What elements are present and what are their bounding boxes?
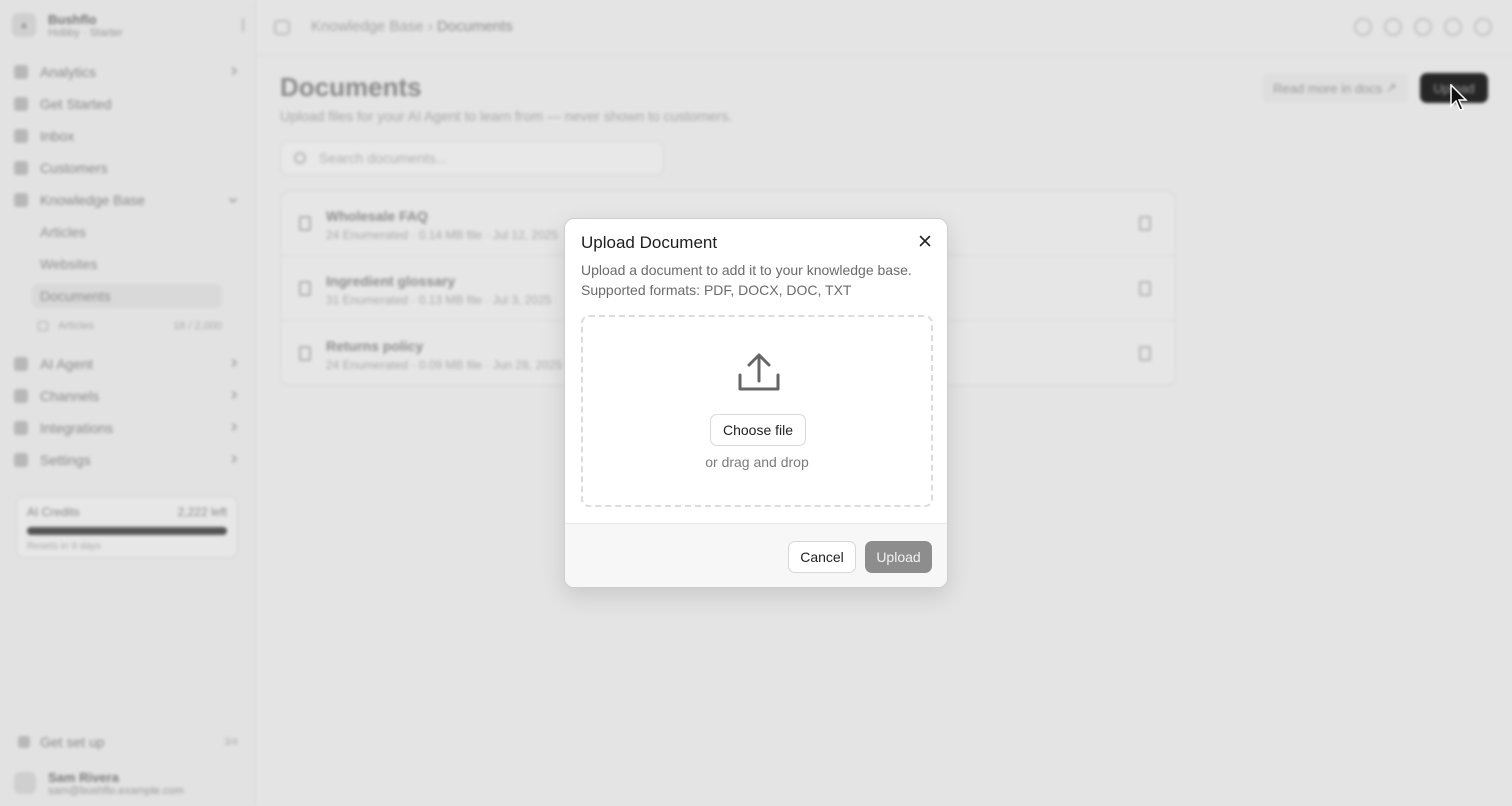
- user-name: Sam Rivera: [48, 769, 119, 785]
- channels-icon: [14, 389, 28, 403]
- breadcrumb-separator: ›: [427, 18, 437, 35]
- search-input[interactable]: Search documents...: [280, 141, 664, 175]
- search-placeholder: Search documents...: [319, 150, 448, 166]
- workspace-logo: ▲: [12, 13, 36, 37]
- sidebar-item-analytics[interactable]: Analytics: [14, 59, 242, 85]
- page-subtitle: Upload files for your AI Agent to learn …: [280, 108, 733, 124]
- sidebar-item-settings[interactable]: Settings: [14, 447, 242, 473]
- user-email: sam@bushflo.example.com: [48, 784, 184, 797]
- sidebar-toggle-icon[interactable]: [274, 20, 290, 35]
- workspace-name: Bushflo: [48, 11, 97, 27]
- page-title: Documents: [280, 72, 422, 102]
- drag-drop-hint: or drag and drop: [705, 454, 809, 470]
- article-icon: [38, 321, 48, 331]
- chevron-icon: [228, 66, 238, 76]
- credits-reset: Resets in 9 days: [27, 541, 101, 552]
- chevron-down-icon: [228, 194, 238, 204]
- file-icon: [299, 216, 311, 231]
- setup-icon: [18, 736, 30, 748]
- trash-icon[interactable]: [1139, 346, 1151, 361]
- avatar: [14, 772, 36, 794]
- dialog-title: Upload Document: [581, 233, 718, 252]
- sidebar-subitem-documents[interactable]: Documents: [32, 284, 222, 308]
- sidebar-item-channels[interactable]: Channels: [14, 383, 242, 409]
- document-name: Wholesale FAQ: [326, 208, 428, 224]
- document-name: Ingredient glossary: [326, 273, 456, 289]
- file-icon: [299, 281, 311, 296]
- help-icon[interactable]: [1354, 18, 1372, 36]
- dialog-description-line2: Supported formats: PDF, DOCX, DOC, TXT: [581, 282, 852, 298]
- upload-document-dialog: Upload Document Upload a document to add…: [564, 218, 948, 588]
- breadcrumb-parent[interactable]: Knowledge Base: [311, 18, 424, 35]
- book-icon: [14, 193, 28, 207]
- file-icon: [299, 346, 311, 361]
- search-icon: [294, 152, 306, 164]
- grid-icon[interactable]: [1414, 18, 1432, 36]
- choose-file-button[interactable]: Choose file: [710, 414, 806, 446]
- read-docs-button[interactable]: Read more in docs ↗: [1262, 74, 1408, 102]
- kb-usage: Articles 18 / 2,000: [38, 317, 222, 335]
- plug-icon: [14, 421, 28, 435]
- sidebar-subitem-websites[interactable]: Websites: [32, 252, 222, 276]
- sidebar-item-integrations[interactable]: Integrations: [14, 415, 242, 441]
- sidebar-item-get-started[interactable]: Get Started: [14, 91, 242, 117]
- credits-value: 2,222 left: [177, 505, 227, 519]
- profile-icon[interactable]: [1474, 18, 1492, 36]
- workspace-switcher[interactable]: ▲ Bushflo Hobby · Starter: [12, 8, 248, 42]
- document-meta: 24 Enumerated · 0.09 MB file · Jun 28, 2…: [326, 358, 563, 372]
- chevron-icon: [228, 422, 238, 432]
- close-icon[interactable]: [917, 233, 933, 249]
- sidebar-item-knowledge-base[interactable]: Knowledge Base: [14, 187, 242, 213]
- bell-icon[interactable]: [1444, 18, 1462, 36]
- inbox-icon: [14, 129, 28, 143]
- upload-icon: [738, 353, 780, 391]
- upload-button[interactable]: Upload: [865, 541, 932, 573]
- breadcrumb: Knowledge Base › Documents: [311, 18, 513, 35]
- chevron-icon: [228, 358, 238, 368]
- document-meta: 24 Enumerated · 0.14 MB file · Jul 12, 2…: [326, 228, 559, 242]
- analytics-icon: [14, 65, 28, 79]
- users-icon: [14, 161, 28, 175]
- credits-progress-bar: [27, 527, 227, 535]
- mouse-cursor-icon: [1450, 84, 1468, 111]
- rocket-icon: [14, 97, 28, 111]
- document-meta: 31 Enumerated · 0.13 MB file · Jul 3, 20…: [326, 293, 552, 307]
- cancel-button[interactable]: Cancel: [788, 541, 856, 573]
- document-name: Returns policy: [326, 338, 424, 354]
- sidebar: ▲ Bushflo Hobby · Starter Analytics Get …: [0, 0, 256, 806]
- gear-icon: [14, 453, 28, 467]
- sidebar-item-inbox[interactable]: Inbox: [14, 123, 242, 149]
- dialog-description-line1: Upload a document to add it to your know…: [581, 262, 912, 278]
- sidebar-item-customers[interactable]: Customers: [14, 155, 242, 181]
- topbar-icons: [1354, 18, 1492, 36]
- megaphone-icon[interactable]: [1384, 18, 1402, 36]
- workspace-chevron-icon: [236, 18, 244, 32]
- chevron-icon: [228, 390, 238, 400]
- breadcrumb-current: Documents: [436, 18, 513, 35]
- agent-icon: [14, 357, 28, 371]
- chevron-icon: [228, 454, 238, 464]
- sidebar-subitem-articles[interactable]: Articles: [32, 220, 222, 244]
- trash-icon[interactable]: [1139, 216, 1151, 231]
- credits-label: AI Credits: [27, 505, 80, 519]
- workspace-plan: Hobby · Starter: [48, 26, 123, 39]
- file-dropzone[interactable]: Choose file or drag and drop: [581, 315, 933, 507]
- user-menu[interactable]: Sam Rivera sam@bushflo.example.com: [14, 766, 244, 800]
- dialog-footer: Cancel Upload: [565, 523, 947, 587]
- sidebar-item-ai-agent[interactable]: AI Agent: [14, 351, 242, 377]
- topbar: Knowledge Base › Documents: [256, 0, 1512, 56]
- get-set-up-link[interactable]: Get set up 3/4: [18, 733, 238, 751]
- credits-card: AI Credits 2,222 left Resets in 9 days: [16, 496, 238, 558]
- trash-icon[interactable]: [1139, 281, 1151, 296]
- dialog-description: Upload a document to add it to your know…: [581, 260, 931, 300]
